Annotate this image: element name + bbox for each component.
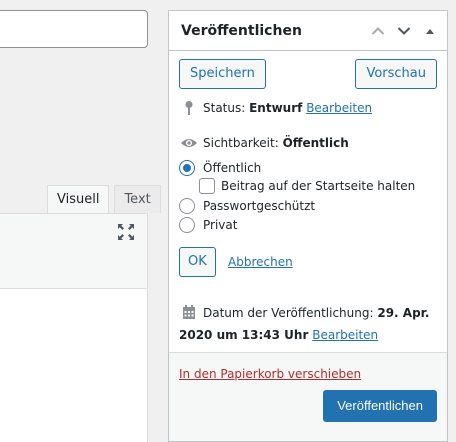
edit-date-link[interactable]: Bearbeiten — [312, 328, 378, 342]
move-up-icon[interactable] — [365, 13, 391, 49]
preview-button[interactable]: Vorschau — [355, 59, 437, 89]
post-title-input[interactable] — [0, 10, 148, 48]
radio-private[interactable] — [179, 217, 195, 233]
status-value: Entwurf — [249, 101, 303, 115]
radio-public[interactable] — [179, 160, 195, 176]
radio-public-label: Öffentlich — [203, 161, 262, 175]
sticky-option[interactable]: Beitrag auf der Startseite halten — [199, 178, 415, 194]
calendar-icon — [179, 304, 199, 320]
radio-password[interactable] — [179, 198, 195, 214]
publish-box: Veröffentlichen Speichern Vorschau Statu… — [168, 10, 448, 442]
trash-link[interactable]: In den Papierkorb verschieben — [179, 367, 361, 381]
distraction-free-icon[interactable] — [117, 223, 135, 241]
publish-box-header: Veröffentlichen — [169, 11, 447, 51]
pin-icon — [179, 100, 199, 116]
tab-text[interactable]: Text — [114, 185, 161, 213]
edit-status-link[interactable]: Bearbeiten — [306, 101, 372, 115]
major-publishing-actions: In den Papierkorb verschieben Veröffentl… — [169, 352, 447, 441]
editor-tabs: Visuell Text — [47, 185, 161, 213]
publish-box-title: Veröffentlichen — [181, 22, 302, 39]
sticky-checkbox[interactable] — [199, 178, 215, 194]
toggle-panel-icon[interactable] — [417, 13, 443, 49]
tab-visual[interactable]: Visuell — [47, 185, 110, 213]
save-draft-button[interactable]: Speichern — [179, 59, 266, 89]
visibility-value: Öffentlich — [282, 136, 349, 150]
editor-content-area[interactable] — [0, 288, 148, 442]
sticky-label: Beitrag auf der Startseite halten — [221, 179, 416, 193]
date-label: Datum der Veröffentlichung: — [203, 306, 374, 320]
eye-icon — [179, 137, 199, 149]
visibility-option-password[interactable]: Passwortgeschützt — [179, 198, 315, 214]
cancel-visibility-link[interactable]: Abbrechen — [228, 255, 293, 269]
radio-private-label: Privat — [203, 218, 238, 232]
visibility-option-private[interactable]: Privat — [179, 217, 237, 233]
status-label: Status: — [203, 101, 246, 115]
move-down-icon[interactable] — [391, 13, 417, 49]
visibility-row: Sichtbarkeit: Öffentlich — [179, 136, 349, 150]
visibility-label: Sichtbarkeit: — [203, 136, 279, 150]
publish-date-row: Datum der Veröffentlichung: 29. Apr. 202… — [179, 302, 439, 346]
ok-button[interactable]: OK — [179, 247, 216, 277]
visibility-option-public[interactable]: Öffentlich — [179, 160, 261, 176]
post-status-row: Status: Entwurf Bearbeiten — [179, 100, 372, 116]
radio-password-label: Passwortgeschützt — [203, 199, 316, 213]
publish-button[interactable]: Veröffentlichen — [323, 390, 437, 422]
